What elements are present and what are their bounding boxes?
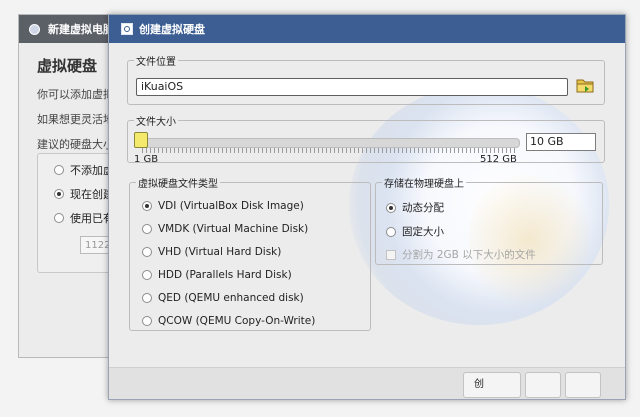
create-virtual-disk-dialog: 创建虚拟硬盘 文件位置 iKuaiOS 文件大小 1 GB 512 GB 10 … [108,14,626,400]
storage-group: 存储在物理硬盘上 动态分配 固定大小 分割为 2GB 以下大小的文件 [375,175,603,265]
size-slider-track[interactable] [138,138,520,148]
dialog-button-2[interactable] [525,372,561,398]
radio-icon[interactable] [142,270,152,280]
checkbox-icon[interactable] [386,249,396,260]
file-type-vmdk[interactable]: VMDK (Virtual Machine Disk) [142,223,308,235]
dialog-title: 创建虚拟硬盘 [139,23,205,36]
dialog-app-icon [121,23,133,35]
radio-icon[interactable] [142,316,152,326]
radio-selected-icon[interactable] [54,189,64,199]
file-type-group: 虚拟硬盘文件类型 VDI (VirtualBox Disk Image) VMD… [129,175,371,331]
radio-icon[interactable] [142,224,152,234]
radio-icon[interactable] [54,165,64,175]
size-slider-thumb[interactable] [134,132,148,148]
file-size-group: 文件大小 1 GB 512 GB 10 GB [127,113,605,165]
storage-fixed[interactable]: 固定大小 [386,224,444,239]
file-type-qed[interactable]: QED (QEMU enhanced disk) [142,292,304,304]
size-max-label: 512 GB [480,154,517,165]
dialog-titlebar: 创建虚拟硬盘 [109,15,625,43]
file-location-input[interactable]: iKuaiOS [136,78,568,96]
file-type-qcow[interactable]: QCOW (QEMU Copy-On-Write) [142,315,315,327]
split-files-checkbox[interactable]: 分割为 2GB 以下大小的文件 [386,247,536,262]
storage-label: 存储在物理硬盘上 [384,179,464,190]
file-type-label: 虚拟硬盘文件类型 [138,179,218,190]
file-type-vhd[interactable]: VHD (Virtual Hard Disk) [142,246,281,258]
create-button[interactable]: 创 [463,372,521,398]
radio-icon[interactable] [142,293,152,303]
storage-dynamic[interactable]: 动态分配 [386,200,444,215]
radio-icon[interactable] [386,226,396,237]
file-type-hdd[interactable]: HDD (Parallels Hard Disk) [142,269,292,281]
wizard-title: 新建虚拟电脑 [48,23,114,36]
file-size-label: 文件大小 [136,117,176,128]
file-location-label: 文件位置 [136,57,176,68]
size-min-label: 1 GB [134,154,159,165]
radio-selected-icon[interactable] [142,201,152,211]
radio-selected-icon[interactable] [386,202,396,213]
radio-icon[interactable] [54,213,64,223]
size-value-input[interactable]: 10 GB [526,133,596,151]
dialog-button-3[interactable] [565,372,601,398]
file-location-group: 文件位置 iKuaiOS [127,53,605,105]
folder-icon[interactable] [576,76,594,94]
radio-icon[interactable] [142,247,152,257]
file-type-vdi[interactable]: VDI (VirtualBox Disk Image) [142,200,304,212]
button-bar: 创 [109,367,625,399]
size-slider-ticks [142,148,516,153]
virtualbox-icon [29,23,40,35]
